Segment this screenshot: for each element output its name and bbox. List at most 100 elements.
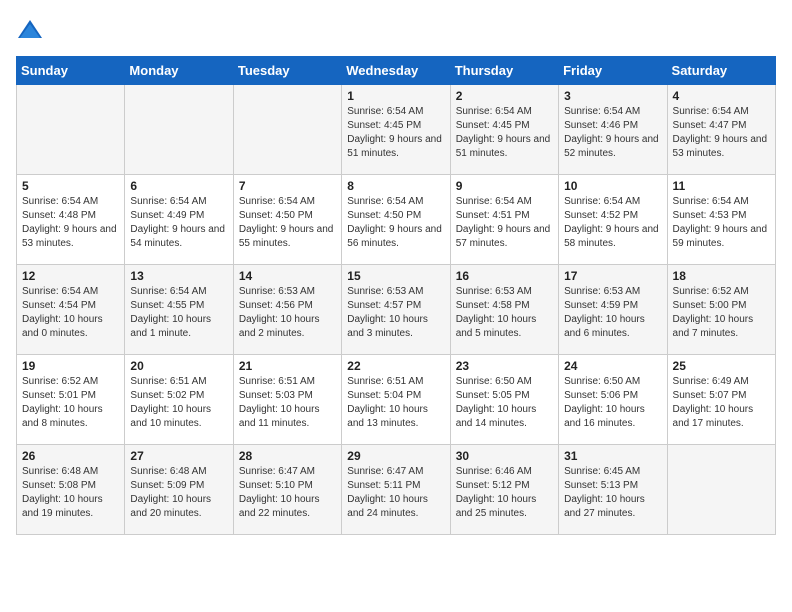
calendar-cell: 13 Sunrise: 6:54 AM Sunset: 4:55 PM Dayli… xyxy=(125,265,233,355)
day-info: Sunrise: 6:54 AM Sunset: 4:53 PM Dayligh… xyxy=(673,195,770,251)
day-info: Sunrise: 6:54 AM Sunset: 4:50 PM Dayligh… xyxy=(347,195,444,251)
day-info: Sunrise: 6:53 AM Sunset: 4:57 PM Dayligh… xyxy=(347,285,444,341)
day-number: 10 xyxy=(564,179,661,193)
calendar-week-row: 26 Sunrise: 6:48 AM Sunset: 5:08 PM Dayli… xyxy=(17,445,776,535)
calendar-week-row: 12 Sunrise: 6:54 AM Sunset: 4:54 PM Dayli… xyxy=(17,265,776,355)
day-number: 31 xyxy=(564,449,661,463)
day-number: 30 xyxy=(456,449,553,463)
calendar-cell: 11 Sunrise: 6:54 AM Sunset: 4:53 PM Dayli… xyxy=(667,175,775,265)
calendar-cell: 12 Sunrise: 6:54 AM Sunset: 4:54 PM Dayli… xyxy=(17,265,125,355)
day-info: Sunrise: 6:52 AM Sunset: 5:01 PM Dayligh… xyxy=(22,375,119,431)
calendar-cell: 15 Sunrise: 6:53 AM Sunset: 4:57 PM Dayli… xyxy=(342,265,450,355)
day-info: Sunrise: 6:54 AM Sunset: 4:51 PM Dayligh… xyxy=(456,195,553,251)
day-info: Sunrise: 6:54 AM Sunset: 4:55 PM Dayligh… xyxy=(130,285,227,341)
calendar-cell: 6 Sunrise: 6:54 AM Sunset: 4:49 PM Daylig… xyxy=(125,175,233,265)
day-number: 25 xyxy=(673,359,770,373)
day-number: 21 xyxy=(239,359,336,373)
day-number: 18 xyxy=(673,269,770,283)
day-info: Sunrise: 6:54 AM Sunset: 4:47 PM Dayligh… xyxy=(673,105,770,161)
calendar-cell: 18 Sunrise: 6:52 AM Sunset: 5:00 PM Dayli… xyxy=(667,265,775,355)
day-number: 22 xyxy=(347,359,444,373)
logo xyxy=(16,16,48,44)
day-number: 1 xyxy=(347,89,444,103)
calendar-table: SundayMondayTuesdayWednesdayThursdayFrid… xyxy=(16,56,776,535)
day-number: 13 xyxy=(130,269,227,283)
day-info: Sunrise: 6:51 AM Sunset: 5:04 PM Dayligh… xyxy=(347,375,444,431)
day-info: Sunrise: 6:48 AM Sunset: 5:09 PM Dayligh… xyxy=(130,465,227,521)
day-info: Sunrise: 6:54 AM Sunset: 4:46 PM Dayligh… xyxy=(564,105,661,161)
calendar-cell: 21 Sunrise: 6:51 AM Sunset: 5:03 PM Dayli… xyxy=(233,355,341,445)
day-number: 17 xyxy=(564,269,661,283)
day-number: 29 xyxy=(347,449,444,463)
day-info: Sunrise: 6:54 AM Sunset: 4:48 PM Dayligh… xyxy=(22,195,119,251)
calendar-cell xyxy=(233,85,341,175)
day-info: Sunrise: 6:50 AM Sunset: 5:06 PM Dayligh… xyxy=(564,375,661,431)
day-info: Sunrise: 6:50 AM Sunset: 5:05 PM Dayligh… xyxy=(456,375,553,431)
day-info: Sunrise: 6:54 AM Sunset: 4:54 PM Dayligh… xyxy=(22,285,119,341)
day-number: 15 xyxy=(347,269,444,283)
day-number: 3 xyxy=(564,89,661,103)
day-number: 23 xyxy=(456,359,553,373)
day-number: 11 xyxy=(673,179,770,193)
calendar-cell: 26 Sunrise: 6:48 AM Sunset: 5:08 PM Dayli… xyxy=(17,445,125,535)
day-info: Sunrise: 6:46 AM Sunset: 5:12 PM Dayligh… xyxy=(456,465,553,521)
day-info: Sunrise: 6:48 AM Sunset: 5:08 PM Dayligh… xyxy=(22,465,119,521)
day-number: 20 xyxy=(130,359,227,373)
calendar-cell: 3 Sunrise: 6:54 AM Sunset: 4:46 PM Daylig… xyxy=(559,85,667,175)
calendar-week-row: 5Sunrise: 6:54 AM Sunset: 4:48 PM Daylig… xyxy=(17,175,776,265)
day-number: 28 xyxy=(239,449,336,463)
calendar-cell: 5Sunrise: 6:54 AM Sunset: 4:48 PM Daylig… xyxy=(17,175,125,265)
calendar-cell: 29 Sunrise: 6:47 AM Sunset: 5:11 PM Dayli… xyxy=(342,445,450,535)
day-number: 8 xyxy=(347,179,444,193)
weekday-header-thursday: Thursday xyxy=(450,57,558,85)
day-info: Sunrise: 6:54 AM Sunset: 4:45 PM Dayligh… xyxy=(347,105,444,161)
day-number: 9 xyxy=(456,179,553,193)
calendar-cell xyxy=(125,85,233,175)
logo-icon xyxy=(16,16,44,44)
day-info: Sunrise: 6:54 AM Sunset: 4:45 PM Dayligh… xyxy=(456,105,553,161)
day-info: Sunrise: 6:54 AM Sunset: 4:50 PM Dayligh… xyxy=(239,195,336,251)
weekday-header-saturday: Saturday xyxy=(667,57,775,85)
calendar-cell: 17Sunrise: 6:53 AM Sunset: 4:59 PM Dayli… xyxy=(559,265,667,355)
weekday-header-tuesday: Tuesday xyxy=(233,57,341,85)
calendar-cell: 8 Sunrise: 6:54 AM Sunset: 4:50 PM Daylig… xyxy=(342,175,450,265)
day-info: Sunrise: 6:54 AM Sunset: 4:49 PM Dayligh… xyxy=(130,195,227,251)
day-number: 24 xyxy=(564,359,661,373)
calendar-cell: 14Sunrise: 6:53 AM Sunset: 4:56 PM Dayli… xyxy=(233,265,341,355)
day-info: Sunrise: 6:47 AM Sunset: 5:10 PM Dayligh… xyxy=(239,465,336,521)
page-header xyxy=(16,16,776,44)
day-number: 12 xyxy=(22,269,119,283)
calendar-cell: 22 Sunrise: 6:51 AM Sunset: 5:04 PM Dayli… xyxy=(342,355,450,445)
day-info: Sunrise: 6:47 AM Sunset: 5:11 PM Dayligh… xyxy=(347,465,444,521)
calendar-cell: 31 Sunrise: 6:45 AM Sunset: 5:13 PM Dayli… xyxy=(559,445,667,535)
weekday-header-friday: Friday xyxy=(559,57,667,85)
day-info: Sunrise: 6:51 AM Sunset: 5:02 PM Dayligh… xyxy=(130,375,227,431)
calendar-cell: 2Sunrise: 6:54 AM Sunset: 4:45 PM Daylig… xyxy=(450,85,558,175)
calendar-cell: 30 Sunrise: 6:46 AM Sunset: 5:12 PM Dayli… xyxy=(450,445,558,535)
day-number: 7 xyxy=(239,179,336,193)
day-number: 6 xyxy=(130,179,227,193)
day-info: Sunrise: 6:45 AM Sunset: 5:13 PM Dayligh… xyxy=(564,465,661,521)
calendar-cell: 10 Sunrise: 6:54 AM Sunset: 4:52 PM Dayli… xyxy=(559,175,667,265)
calendar-cell: 25Sunrise: 6:49 AM Sunset: 5:07 PM Dayli… xyxy=(667,355,775,445)
weekday-header-row: SundayMondayTuesdayWednesdayThursdayFrid… xyxy=(17,57,776,85)
calendar-cell: 1 Sunrise: 6:54 AM Sunset: 4:45 PM Daylig… xyxy=(342,85,450,175)
calendar-cell: 27 Sunrise: 6:48 AM Sunset: 5:09 PM Dayli… xyxy=(125,445,233,535)
day-info: Sunrise: 6:52 AM Sunset: 5:00 PM Dayligh… xyxy=(673,285,770,341)
calendar-cell: 7 Sunrise: 6:54 AM Sunset: 4:50 PM Daylig… xyxy=(233,175,341,265)
calendar-cell: 4Sunrise: 6:54 AM Sunset: 4:47 PM Daylig… xyxy=(667,85,775,175)
calendar-cell: 16 Sunrise: 6:53 AM Sunset: 4:58 PM Dayli… xyxy=(450,265,558,355)
weekday-header-wednesday: Wednesday xyxy=(342,57,450,85)
weekday-header-monday: Monday xyxy=(125,57,233,85)
day-number: 27 xyxy=(130,449,227,463)
calendar-cell: 9 Sunrise: 6:54 AM Sunset: 4:51 PM Daylig… xyxy=(450,175,558,265)
day-info: Sunrise: 6:51 AM Sunset: 5:03 PM Dayligh… xyxy=(239,375,336,431)
day-info: Sunrise: 6:54 AM Sunset: 4:52 PM Dayligh… xyxy=(564,195,661,251)
day-number: 16 xyxy=(456,269,553,283)
calendar-week-row: 1 Sunrise: 6:54 AM Sunset: 4:45 PM Daylig… xyxy=(17,85,776,175)
day-info: Sunrise: 6:53 AM Sunset: 4:58 PM Dayligh… xyxy=(456,285,553,341)
calendar-week-row: 19Sunrise: 6:52 AM Sunset: 5:01 PM Dayli… xyxy=(17,355,776,445)
calendar-cell xyxy=(17,85,125,175)
day-number: 26 xyxy=(22,449,119,463)
calendar-cell xyxy=(667,445,775,535)
